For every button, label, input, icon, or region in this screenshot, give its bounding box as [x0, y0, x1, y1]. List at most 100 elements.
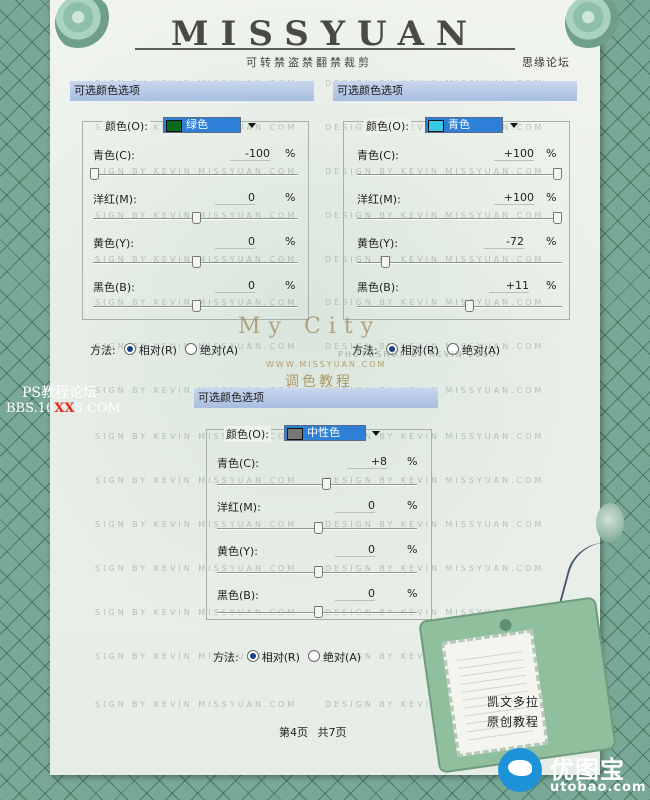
percent-unit: % [285, 279, 296, 292]
black-slider-track[interactable] [357, 306, 562, 308]
yellow-slider-thumb[interactable] [192, 256, 201, 268]
yellow-value[interactable]: 0 [215, 235, 255, 249]
cyan-label: 青色(C): [217, 457, 259, 470]
percent-unit: % [407, 543, 418, 556]
cyan-label: 青色(C): [93, 149, 135, 162]
ps-forum-watermark: PS教程论坛 [22, 385, 98, 401]
yellow-label: 黄色(Y): [357, 237, 399, 250]
radio-relative-label[interactable]: 相对(R) [262, 651, 300, 664]
radio-relative-label[interactable]: 相对(R) [139, 344, 177, 357]
cyan-value[interactable]: -100 [230, 147, 270, 161]
color-chip [166, 120, 182, 132]
bird-logo-icon [498, 748, 542, 792]
black-label: 黑色(B): [93, 281, 135, 294]
method-row: 方法: 相对(R) 绝对(A) [213, 649, 361, 665]
radio-absolute-label[interactable]: 绝对(A) [323, 651, 361, 664]
panel-title: 可选颜色选项 [194, 388, 438, 408]
radio-relative[interactable] [123, 343, 136, 355]
logo-divider [135, 48, 515, 50]
black-slider-thumb[interactable] [314, 606, 323, 618]
page-current[interactable]: 第4页 [279, 726, 308, 739]
rose-decoration-right [565, 0, 623, 52]
yellow-slider-thumb[interactable] [314, 566, 323, 578]
black-value[interactable]: 0 [215, 279, 255, 293]
magenta-label: 洋红(M): [217, 501, 261, 514]
magenta-label: 洋红(M): [357, 193, 401, 206]
panel-title: 可选颜色选项 [333, 81, 577, 101]
color-label: 颜色(O): [364, 118, 411, 134]
black-value[interactable]: +11 [489, 279, 529, 293]
radio-absolute-label[interactable]: 绝对(A) [200, 344, 238, 357]
cyan-slider-track[interactable] [217, 484, 417, 486]
color-label: 颜色(O): [224, 426, 271, 442]
radio-absolute[interactable] [307, 650, 320, 662]
color-dropdown[interactable]: 青色 [425, 117, 503, 133]
black-label: 黑色(B): [217, 589, 259, 602]
cyan-value[interactable]: +100 [494, 147, 534, 161]
brand-name-en: utobao.com [550, 780, 647, 795]
tag-hole [498, 618, 513, 632]
magenta-slider-thumb[interactable] [192, 212, 201, 224]
cyan-slider-thumb[interactable] [553, 168, 562, 180]
magenta-label: 洋红(M): [93, 193, 137, 206]
percent-unit: % [285, 147, 296, 160]
yellow-label: 黄色(Y): [93, 237, 135, 250]
method-label: 方法: [90, 344, 116, 357]
page-total: 共7页 [317, 726, 347, 739]
tag-line-author: 凯文多拉 [487, 695, 540, 709]
chevron-down-icon[interactable] [510, 123, 518, 128]
forum-name: 思缘论坛 [522, 56, 570, 69]
color-dropdown-value: 青色 [448, 118, 470, 131]
magenta-slider-track[interactable] [357, 218, 562, 220]
color-dropdown-value: 绿色 [186, 118, 208, 131]
chevron-down-icon[interactable] [372, 431, 380, 436]
color-label: 颜色(O): [103, 118, 150, 134]
percent-unit: % [407, 499, 418, 512]
black-label: 黑色(B): [357, 281, 399, 294]
bbs-watermark: BBS.16XX8.COM [6, 401, 121, 416]
tag-text: 凯文多拉 原创教程 [487, 692, 539, 732]
percent-unit: % [285, 191, 296, 204]
percent-unit: % [285, 235, 296, 248]
radio-absolute[interactable] [184, 343, 197, 355]
cyan-slider-track[interactable] [357, 174, 562, 176]
method-label: 方法: [213, 651, 239, 664]
percent-unit: % [546, 191, 557, 204]
percent-unit: % [546, 279, 557, 292]
yellow-label: 黄色(Y): [217, 545, 259, 558]
color-dropdown[interactable]: 绿色 [163, 117, 241, 133]
magenta-value[interactable]: 0 [335, 499, 375, 513]
cyan-slider-thumb[interactable] [322, 478, 331, 490]
black-slider-thumb[interactable] [192, 300, 201, 312]
cyan-value[interactable]: +8 [347, 455, 387, 469]
percent-unit: % [407, 455, 418, 468]
magenta-slider-thumb[interactable] [314, 522, 323, 534]
black-slider-thumb[interactable] [465, 300, 474, 312]
button-decoration [596, 503, 624, 543]
magenta-slider-thumb[interactable] [553, 212, 562, 224]
site-url: WWW.MISSYUAN.COM [266, 360, 387, 369]
color-dropdown-value: 中性色 [307, 426, 340, 439]
panel-title: 可选颜色选项 [70, 81, 314, 101]
color-chip [428, 120, 444, 132]
magenta-value[interactable]: +100 [494, 191, 534, 205]
pager: 第4页 共7页 [279, 724, 347, 740]
yellow-value[interactable]: -72 [484, 235, 524, 249]
photoshop-by-text: PHOTOSHOP BY KEVIN 2010 [338, 350, 497, 359]
percent-unit: % [407, 587, 418, 600]
color-dropdown[interactable]: 中性色 [284, 425, 366, 441]
percent-unit: % [546, 147, 557, 160]
cyan-slider-track[interactable] [93, 174, 298, 176]
chevron-down-icon[interactable] [248, 123, 256, 128]
cyan-slider-thumb[interactable] [90, 168, 99, 180]
radio-relative[interactable] [246, 650, 259, 662]
black-value[interactable]: 0 [335, 587, 375, 601]
yellow-value[interactable]: 0 [335, 543, 375, 557]
brand-watermark: 优图宝 utobao.com [498, 748, 648, 800]
magenta-value[interactable]: 0 [215, 191, 255, 205]
my-city-title: My City [238, 314, 382, 339]
tag-line-original: 原创教程 [487, 715, 540, 729]
color-chip [287, 428, 303, 440]
yellow-slider-thumb[interactable] [381, 256, 390, 268]
percent-unit: % [546, 235, 557, 248]
